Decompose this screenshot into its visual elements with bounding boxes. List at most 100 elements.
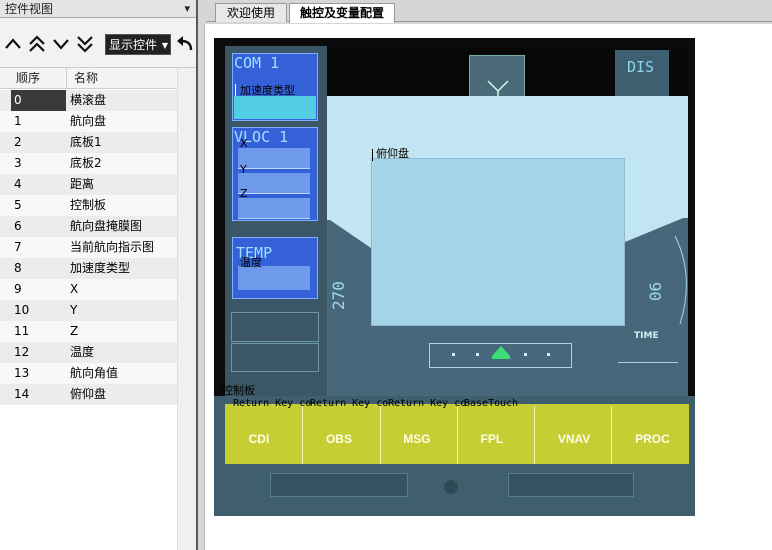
list-item-index: 12 [14,345,30,359]
list-item-name: 距离 [70,177,95,191]
double-chevron-up-icon [29,35,45,52]
list-item-name: 底板2 [70,156,102,170]
column-header-index[interactable]: 顺序 [16,68,40,89]
show-controls-label: 显示控件 [109,38,158,52]
list-item[interactable]: 9X [0,279,177,300]
move-up-button[interactable] [3,33,23,55]
heading-90-label: 06 [646,281,666,302]
list-item-index: 0 [11,90,66,111]
list-item[interactable]: 7 当前航向指示图 [0,237,177,258]
temperature-field[interactable] [238,266,310,290]
list-item[interactable]: 2 底板1 [0,132,177,153]
list-item[interactable]: 14 俯仰盘 [0,384,177,405]
overlay-return-key-1: Return Key co [233,398,312,409]
list-item-name: 底板1 [70,135,102,149]
heading-pointer-icon [487,80,509,97]
list-item-name: 航向角值 [70,366,119,380]
tab-bar: 欢迎使用 触控及变量配置 [206,0,772,23]
list-item[interactable]: 13 航向角值 [0,363,177,384]
list-item-name: X [70,282,79,296]
list-item[interactable]: 3 底板2 [0,153,177,174]
control-view-panel: 控件视图 ▾ 显示控件 ▼ 顺序 名称 0 横滚盘 1 航向盘 2 底板1 3 底板2 4 距离 5… [0,0,198,550]
pitch-disc[interactable] [371,158,625,326]
list-item[interactable]: 8 加速度类型 [0,258,177,279]
tab-touch-variable-config[interactable]: 触控及变量配置 [289,3,395,23]
tab-welcome[interactable]: 欢迎使用 [215,3,287,22]
list-item[interactable]: 10 Y [0,300,177,321]
empty-slot-1[interactable] [231,312,319,342]
move-top-button[interactable] [27,33,47,55]
list-item-index: 13 [14,366,30,380]
list-item-index: 3 [14,156,22,170]
distance-label: DIS [627,58,655,76]
overlay-z: Z [240,187,248,200]
list-item[interactable]: 5 控制板 [0,195,177,216]
list-item-name: 俯仰盘 [70,387,107,401]
heading-arc-right-mark [625,216,688,325]
course-arrow-icon [492,346,510,359]
center-knob[interactable] [444,480,458,494]
list-item-name: 横滚盘 [70,93,107,107]
list-item-index: 8 [14,261,22,275]
overlay-return-key-3: Return Key co [388,398,467,409]
deviation-dot [476,353,479,356]
move-down-button[interactable] [51,33,71,55]
softkey-label: PROC [635,432,670,446]
list-item-index: 5 [14,198,22,212]
accel-type-field[interactable] [234,96,316,119]
list-item-name: 航向盘掩膜图 [70,219,143,233]
deviation-dot [524,353,527,356]
move-bottom-button[interactable] [75,33,95,55]
list-item[interactable]: 11 Z [0,321,177,342]
pin-icon[interactable]: ▾ [184,0,190,18]
list-item[interactable]: 0 横滚盘 [0,90,177,111]
list-item-name: 当前航向指示图 [70,240,155,254]
dropdown-arrow-icon: ▼ [161,41,168,50]
softkey-label: OBS [325,432,352,446]
panel-title: 控件视图 ▾ [0,0,196,18]
overlay-base-touch: BaseTouch [464,398,519,409]
com-label: COM 1 [234,54,280,72]
overlay-temperature: 温度 [240,256,262,269]
undo-button[interactable] [176,34,194,54]
y-field[interactable] [238,173,310,194]
x-field[interactable] [238,148,310,169]
z-field[interactable] [238,198,310,219]
empty-slot-2[interactable] [231,343,319,372]
list-item-index: 6 [14,219,22,233]
double-chevron-down-icon [77,36,93,53]
list-item-index: 1 [14,114,22,128]
overlay-x: X [240,137,248,150]
overlay-marker [372,149,373,161]
list-item-name: 加速度类型 [70,261,131,275]
list-item-index: 11 [14,324,30,338]
list-item[interactable]: 4 距离 [0,174,177,195]
show-controls-combo[interactable]: 显示控件 ▼ [105,34,171,55]
overlay-return-key-2: Return Key co [310,398,389,409]
list-item-index: 4 [14,177,22,191]
overlay-control-board: 控制板 [222,384,255,397]
list-scrollbar[interactable] [177,68,196,550]
list-item[interactable]: 1 航向盘 [0,111,177,132]
overlay-marker [235,84,236,96]
overlay-y: Y [240,163,247,176]
overlay-accel-type: 加速度类型 [240,84,295,97]
list-item-name: 控制板 [70,198,107,212]
list-item[interactable]: 6 航向盘掩膜图 [0,216,177,237]
list-item[interactable]: 12 温度 [0,342,177,363]
heading-270-label: 270 [328,281,348,310]
right-slot [508,473,634,497]
list-item-name: 航向盘 [70,114,107,128]
column-header-name[interactable]: 名称 [74,68,98,89]
chevron-down-icon [53,39,69,50]
list-item-index: 10 [14,303,30,317]
undo-arrow-icon [177,36,193,51]
list-item-index: 14 [14,387,30,401]
softkey-label: FPL [480,432,504,446]
softkey-label: CDI [248,432,270,446]
list-item-name: 温度 [70,345,95,359]
column-divider[interactable] [66,68,67,89]
panel-title-text: 控件视图 [5,2,54,16]
chevron-up-icon [5,38,21,49]
list-item-index: 9 [14,282,22,296]
